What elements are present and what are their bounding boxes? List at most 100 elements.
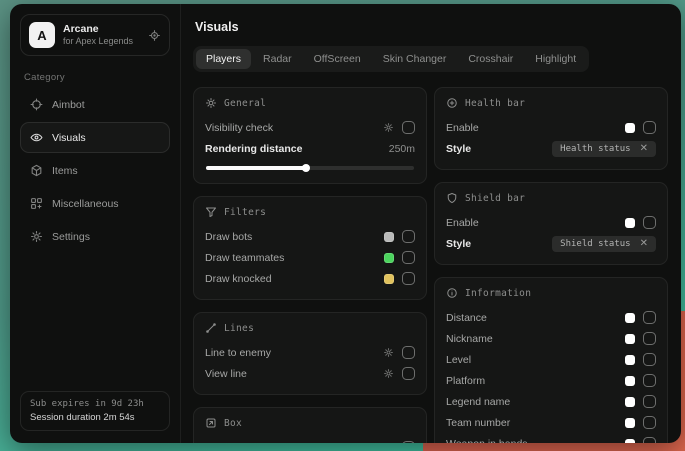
color-swatch[interactable] [625,313,635,323]
draw-teammates-checkbox[interactable] [402,251,415,264]
close-icon[interactable]: ✕ [640,144,648,154]
sidebar-item-miscellaneous[interactable]: Miscellaneous [20,188,170,219]
panel-lines: Lines Line to enemy [193,312,427,395]
line-to-enemy-checkbox[interactable] [402,346,415,359]
slider-fill [206,166,306,170]
panel-columns: General Visibility check [193,87,668,443]
rendering-distance-slider[interactable] [206,166,414,170]
sidebar-item-visuals[interactable]: Visuals [20,122,170,153]
draw-bots-checkbox[interactable] [402,230,415,243]
option-label: Enable [446,122,479,134]
health-style-row: Style Health status ✕ [446,138,656,159]
keybind-gear-icon[interactable] [383,347,394,358]
color-swatch[interactable] [625,218,635,228]
info-level-checkbox[interactable] [643,353,656,366]
option-label: Weapon in hands [446,438,528,444]
sidebar-item-aimbot[interactable]: Aimbot [20,89,170,120]
option-label: Draw teammates [205,252,284,264]
color-swatch[interactable] [384,253,394,263]
info-team-number-checkbox[interactable] [643,416,656,429]
visuals-tabbar: Players Radar OffScreen Skin Changer Cro… [193,46,589,72]
info-platform-checkbox[interactable] [643,374,656,387]
panel-title: General [224,98,266,109]
option-label: Platform [446,375,485,387]
sidebar-spacer [20,254,170,391]
panel-title: Filters [224,207,266,218]
tab-players[interactable]: Players [196,49,251,69]
tab-radar[interactable]: Radar [253,49,302,69]
tab-crosshair[interactable]: Crosshair [458,49,523,69]
close-icon[interactable]: ✕ [640,239,648,249]
panel-title: Box [224,418,242,429]
sidebar: A Arcane for Apex Legends Category [10,4,181,443]
sidebar-item-label: Miscellaneous [52,198,119,210]
keybind-gear-icon[interactable] [383,122,394,133]
option-label: Team number [446,417,510,429]
brand-card: A Arcane for Apex Legends [20,14,170,56]
color-swatch[interactable] [625,334,635,344]
sidebar-item-label: Visuals [52,132,86,144]
info-legend-name-checkbox[interactable] [643,395,656,408]
slider-thumb[interactable] [300,162,311,173]
sidebar-item-label: Settings [52,231,90,243]
draw-bots-row: Draw bots [205,226,415,247]
option-label: Distance [446,312,487,324]
health-style-select[interactable]: Health status ✕ [552,141,656,157]
color-swatch[interactable] [384,274,394,284]
color-swatch[interactable] [625,355,635,365]
health-enable-checkbox[interactable] [643,121,656,134]
panel-title: Shield bar [465,193,525,204]
eye-icon [30,131,43,144]
main-content: Visuals Players Radar OffScreen Skin Cha… [181,4,681,443]
panel-general: General Visibility check [193,87,427,184]
sidebar-item-settings[interactable]: Settings [20,221,170,252]
draw-knocked-checkbox[interactable] [402,272,415,285]
rendering-distance-value: 250m [389,143,415,155]
shield-style-select[interactable]: Shield status ✕ [552,236,656,252]
color-swatch[interactable] [625,397,635,407]
box-enable-checkbox[interactable] [402,441,415,443]
brand-text: Arcane for Apex Legends [63,23,140,47]
visibility-check-checkbox[interactable] [402,121,415,134]
tab-highlight[interactable]: Highlight [525,49,586,69]
health-enable-row: Enable [446,117,656,138]
color-swatch[interactable] [384,232,394,242]
view-line-checkbox[interactable] [402,367,415,380]
color-swatch[interactable] [384,443,394,444]
sidebar-item-items[interactable]: Items [20,155,170,186]
gear-icon [30,230,43,243]
info-icon [446,287,458,299]
session-duration-text: Session duration 2m 54s [30,412,160,423]
color-swatch[interactable] [625,123,635,133]
info-nickname-checkbox[interactable] [643,332,656,345]
draw-knocked-row: Draw knocked [205,268,415,289]
health-cross-icon [446,97,458,109]
color-swatch[interactable] [625,376,635,386]
info-nickname-row: Nickname [446,328,656,349]
app-logo: A [29,22,55,48]
target-settings-icon[interactable] [148,29,161,42]
cube-icon [30,164,43,177]
box-corner-icon [205,417,217,429]
shield-enable-row: Enable [446,212,656,233]
puzzle-icon [30,197,43,210]
diagonal-line-icon [205,322,217,334]
keybind-gear-icon[interactable] [383,368,394,379]
category-label: Category [24,72,166,83]
info-distance-checkbox[interactable] [643,311,656,324]
sidebar-item-label: Aimbot [52,99,85,111]
info-weapon-checkbox[interactable] [643,437,656,443]
app-tagline: for Apex Legends [63,36,140,47]
info-weapon-row: Weapon in hands [446,433,656,443]
info-distance-row: Distance [446,307,656,328]
arcane-app-window: A Arcane for Apex Legends Category [10,4,681,443]
funnel-icon [205,206,217,218]
tab-offscreen[interactable]: OffScreen [304,49,371,69]
panel-box: Box Enable Enable background [193,407,427,443]
tab-skin-changer[interactable]: Skin Changer [373,49,457,69]
shield-enable-checkbox[interactable] [643,216,656,229]
color-swatch[interactable] [625,418,635,428]
box-enable-row: Enable [205,437,415,443]
option-label: Rendering distance [205,143,302,155]
color-swatch[interactable] [625,439,635,444]
